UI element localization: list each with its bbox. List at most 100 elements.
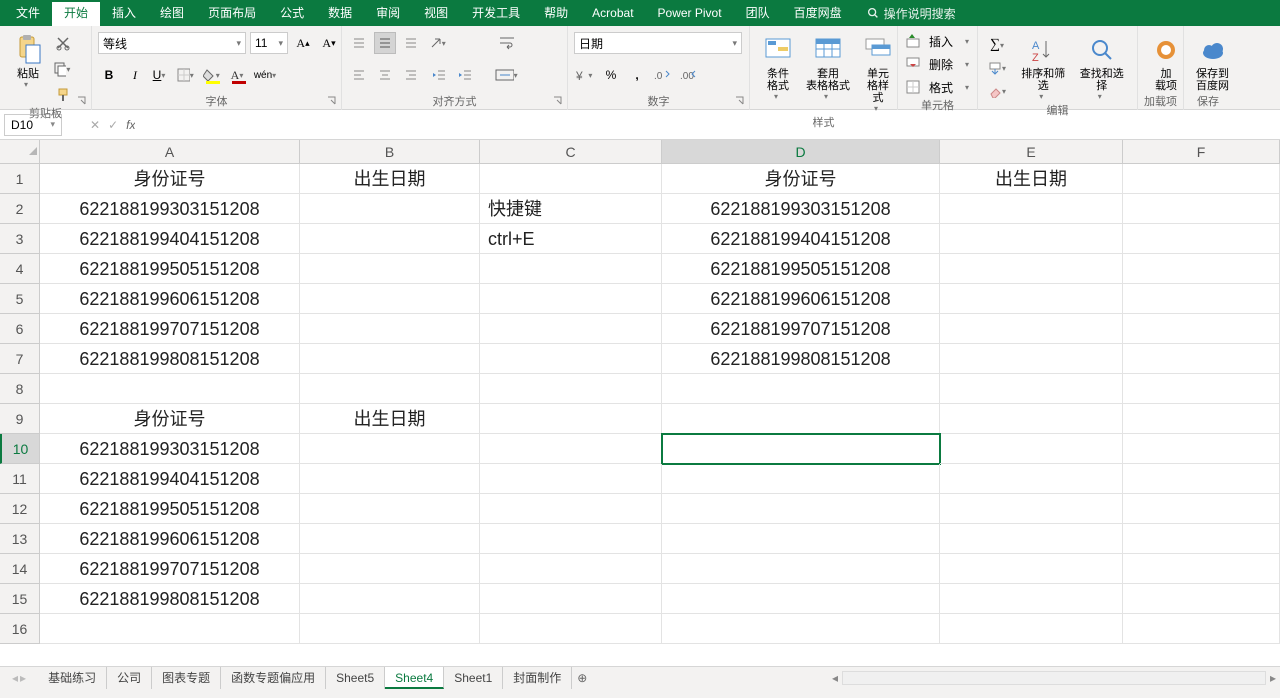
cell-E1[interactable]: 出生日期 (940, 164, 1123, 194)
addins-button[interactable]: 加 载项 (1144, 32, 1188, 94)
number-format-combo[interactable]: 日期▾ (574, 32, 742, 54)
cell-D7[interactable]: 622188199808151208 (662, 344, 940, 374)
copy-button[interactable]: ▾ (52, 58, 74, 80)
sheet-tab-公司[interactable]: 公司 (107, 667, 152, 689)
cell-D9[interactable] (662, 404, 940, 434)
cell-A13[interactable]: 622188199606151208 (40, 524, 300, 554)
add-sheet-button[interactable]: ⊕ (572, 671, 592, 685)
cell-D15[interactable] (662, 584, 940, 614)
cell-A5[interactable]: 622188199606151208 (40, 284, 300, 314)
tab-team[interactable]: 团队 (734, 0, 782, 26)
row-header-1[interactable]: 1 (0, 164, 39, 194)
cell-D11[interactable] (662, 464, 940, 494)
tab-layout[interactable]: 页面布局 (196, 0, 268, 26)
cell-D16[interactable] (662, 614, 940, 644)
tab-data[interactable]: 数据 (316, 0, 364, 26)
decrease-font-button[interactable]: A▾ (318, 32, 340, 54)
increase-font-button[interactable]: A▴ (292, 32, 314, 54)
cell-E7[interactable] (940, 344, 1123, 374)
cell-F1[interactable] (1123, 164, 1280, 194)
bold-button[interactable]: B (98, 64, 120, 86)
align-right-button[interactable] (400, 64, 422, 86)
cell-A9[interactable]: 身份证号 (40, 404, 300, 434)
cell-E9[interactable] (940, 404, 1123, 434)
cell-E2[interactable] (940, 194, 1123, 224)
sheet-tab-函数专题偏应用[interactable]: 函数专题偏应用 (221, 667, 326, 689)
cell-A14[interactable]: 622188199707151208 (40, 554, 300, 584)
decrease-indent-button[interactable] (428, 64, 450, 86)
sheet-tab-图表专题[interactable]: 图表专题 (152, 667, 221, 689)
sheet-tab-Sheet1[interactable]: Sheet1 (444, 667, 503, 689)
tab-acrobat[interactable]: Acrobat (580, 0, 645, 26)
cell-E13[interactable] (940, 524, 1123, 554)
cell-E11[interactable] (940, 464, 1123, 494)
cell-B14[interactable] (300, 554, 480, 584)
row-header-13[interactable]: 13 (0, 524, 39, 554)
merge-button[interactable]: ▾ (494, 64, 522, 86)
cell-D3[interactable]: 622188199404151208 (662, 224, 940, 254)
cell-F7[interactable] (1123, 344, 1280, 374)
cell-C9[interactable] (480, 404, 662, 434)
cell-B15[interactable] (300, 584, 480, 614)
align-middle-button[interactable] (374, 32, 396, 54)
cell-B6[interactable] (300, 314, 480, 344)
cell-A15[interactable]: 622188199808151208 (40, 584, 300, 614)
sheet-tab-Sheet4[interactable]: Sheet4 (385, 667, 444, 689)
row-header-4[interactable]: 4 (0, 254, 39, 284)
number-dialog-launcher[interactable] (735, 96, 747, 108)
cell-D14[interactable] (662, 554, 940, 584)
row-header-15[interactable]: 15 (0, 584, 39, 614)
tab-file[interactable]: 文件 (4, 0, 52, 26)
font-dialog-launcher[interactable] (327, 96, 339, 108)
autosum-button[interactable]: ∑▾ (984, 34, 1014, 56)
column-header-D[interactable]: D (662, 140, 940, 163)
cell-D2[interactable]: 622188199303151208 (662, 194, 940, 224)
cell-C8[interactable] (480, 374, 662, 404)
tab-formulas[interactable]: 公式 (268, 0, 316, 26)
font-color-button[interactable]: A▾ (228, 64, 250, 86)
increase-decimal-button[interactable]: .0 (652, 64, 674, 86)
tab-view[interactable]: 视图 (412, 0, 460, 26)
column-header-B[interactable]: B (300, 140, 480, 163)
cell-E6[interactable] (940, 314, 1123, 344)
cell-F16[interactable] (1123, 614, 1280, 644)
cell-D5[interactable]: 622188199606151208 (662, 284, 940, 314)
tab-powerpivot[interactable]: Power Pivot (646, 0, 734, 26)
cell-B12[interactable] (300, 494, 480, 524)
cell-styles-button[interactable]: 单元格样式▾ (856, 32, 900, 115)
sort-filter-button[interactable]: AZ 排序和筛选▾ (1014, 32, 1073, 103)
column-header-A[interactable]: A (40, 140, 300, 163)
cell-B1[interactable]: 出生日期 (300, 164, 480, 194)
cell-C1[interactable] (480, 164, 662, 194)
cell-D12[interactable] (662, 494, 940, 524)
align-top-button[interactable] (348, 32, 370, 54)
conditional-formatting-button[interactable]: 条件格式▾ (756, 32, 800, 103)
cell-A7[interactable]: 622188199808151208 (40, 344, 300, 374)
cell-F3[interactable] (1123, 224, 1280, 254)
cut-button[interactable] (52, 32, 74, 54)
find-select-button[interactable]: 查找和选择▾ (1073, 32, 1132, 103)
cell-F13[interactable] (1123, 524, 1280, 554)
row-header-8[interactable]: 8 (0, 374, 39, 404)
cell-B3[interactable] (300, 224, 480, 254)
clear-button[interactable]: ▾ (984, 80, 1014, 102)
cell-A1[interactable]: 身份证号 (40, 164, 300, 194)
cell-C10[interactable] (480, 434, 662, 464)
cell-E14[interactable] (940, 554, 1123, 584)
cell-D10[interactable] (662, 434, 940, 464)
cell-E5[interactable] (940, 284, 1123, 314)
align-center-button[interactable] (374, 64, 396, 86)
cell-F14[interactable] (1123, 554, 1280, 584)
cell-F12[interactable] (1123, 494, 1280, 524)
cell-D13[interactable] (662, 524, 940, 554)
cell-F8[interactable] (1123, 374, 1280, 404)
cell-C12[interactable] (480, 494, 662, 524)
cell-C16[interactable] (480, 614, 662, 644)
alignment-dialog-launcher[interactable] (553, 96, 565, 108)
cell-F10[interactable] (1123, 434, 1280, 464)
cell-A11[interactable]: 622188199404151208 (40, 464, 300, 494)
decrease-decimal-button[interactable]: .00 (678, 64, 700, 86)
underline-button[interactable]: U▾ (150, 64, 172, 86)
cell-E10[interactable] (940, 434, 1123, 464)
cell-F2[interactable] (1123, 194, 1280, 224)
